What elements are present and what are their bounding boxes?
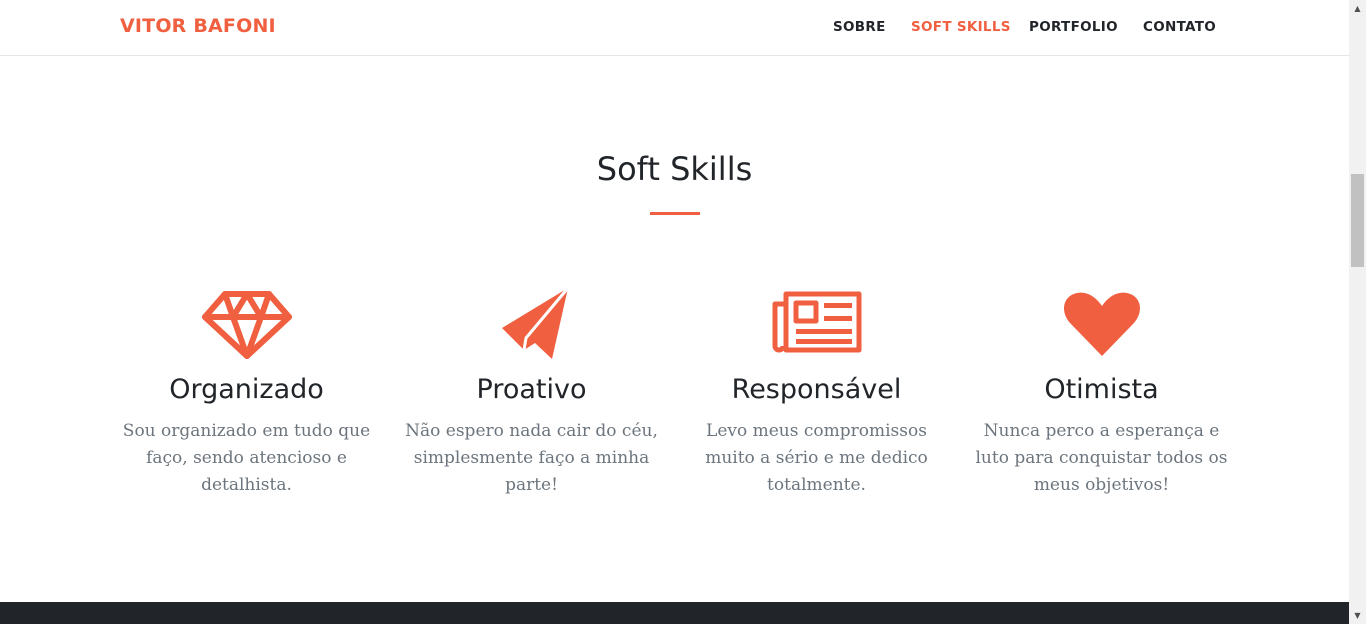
skill-title: Proativo — [476, 374, 587, 405]
navbar: VITOR BAFONI SOBRE SOFT SKILLS PORTFOLIO… — [0, 0, 1349, 56]
brand-logo-link[interactable]: VITOR BAFONI — [120, 15, 276, 37]
nav-link-soft-skills[interactable]: SOFT SKILLS — [911, 19, 1011, 35]
scroll-up-arrow-icon[interactable]: ▲ — [1349, 0, 1366, 17]
newspaper-icon — [772, 291, 861, 353]
skill-title: Organizado — [169, 374, 324, 405]
skill-description: Nunca perco a esperança e luto para conq… — [975, 421, 1228, 495]
title-divider — [650, 212, 700, 215]
nav-link-portfolio[interactable]: PORTFOLIO — [1029, 19, 1118, 35]
scrollbar-thumb[interactable] — [1351, 174, 1364, 267]
footer-section — [0, 602, 1349, 624]
skill-description: Não espero nada cair do céu, simplesment… — [405, 421, 658, 495]
vertical-scrollbar[interactable]: ▲ ▼ — [1349, 0, 1366, 624]
heart-icon — [1063, 292, 1140, 356]
skill-card-otimista: Otimista Nunca perco a esperança e luto … — [959, 286, 1244, 499]
skill-card-proativo: Proativo Não espero nada cair do céu, si… — [389, 286, 674, 499]
section-title: Soft Skills — [596, 150, 753, 188]
skill-title: Responsável — [731, 374, 902, 405]
skill-card-organizado: Organizado Sou organizado em tudo que fa… — [104, 286, 389, 499]
diamond-icon — [201, 291, 292, 359]
paper-plane-icon — [501, 287, 569, 359]
scroll-down-arrow-icon[interactable]: ▼ — [1349, 607, 1366, 624]
skill-description: Levo meus compromissos muito a sério e m… — [705, 421, 928, 495]
skill-description: Sou organizado em tudo que faço, sendo a… — [122, 421, 371, 495]
nav-link-sobre[interactable]: SOBRE — [833, 19, 886, 35]
nav-link-contato[interactable]: CONTATO — [1143, 19, 1216, 35]
skill-card-responsavel: Responsável Levo meus compromissos muito… — [674, 286, 959, 499]
skill-title: Otimista — [1044, 374, 1159, 405]
